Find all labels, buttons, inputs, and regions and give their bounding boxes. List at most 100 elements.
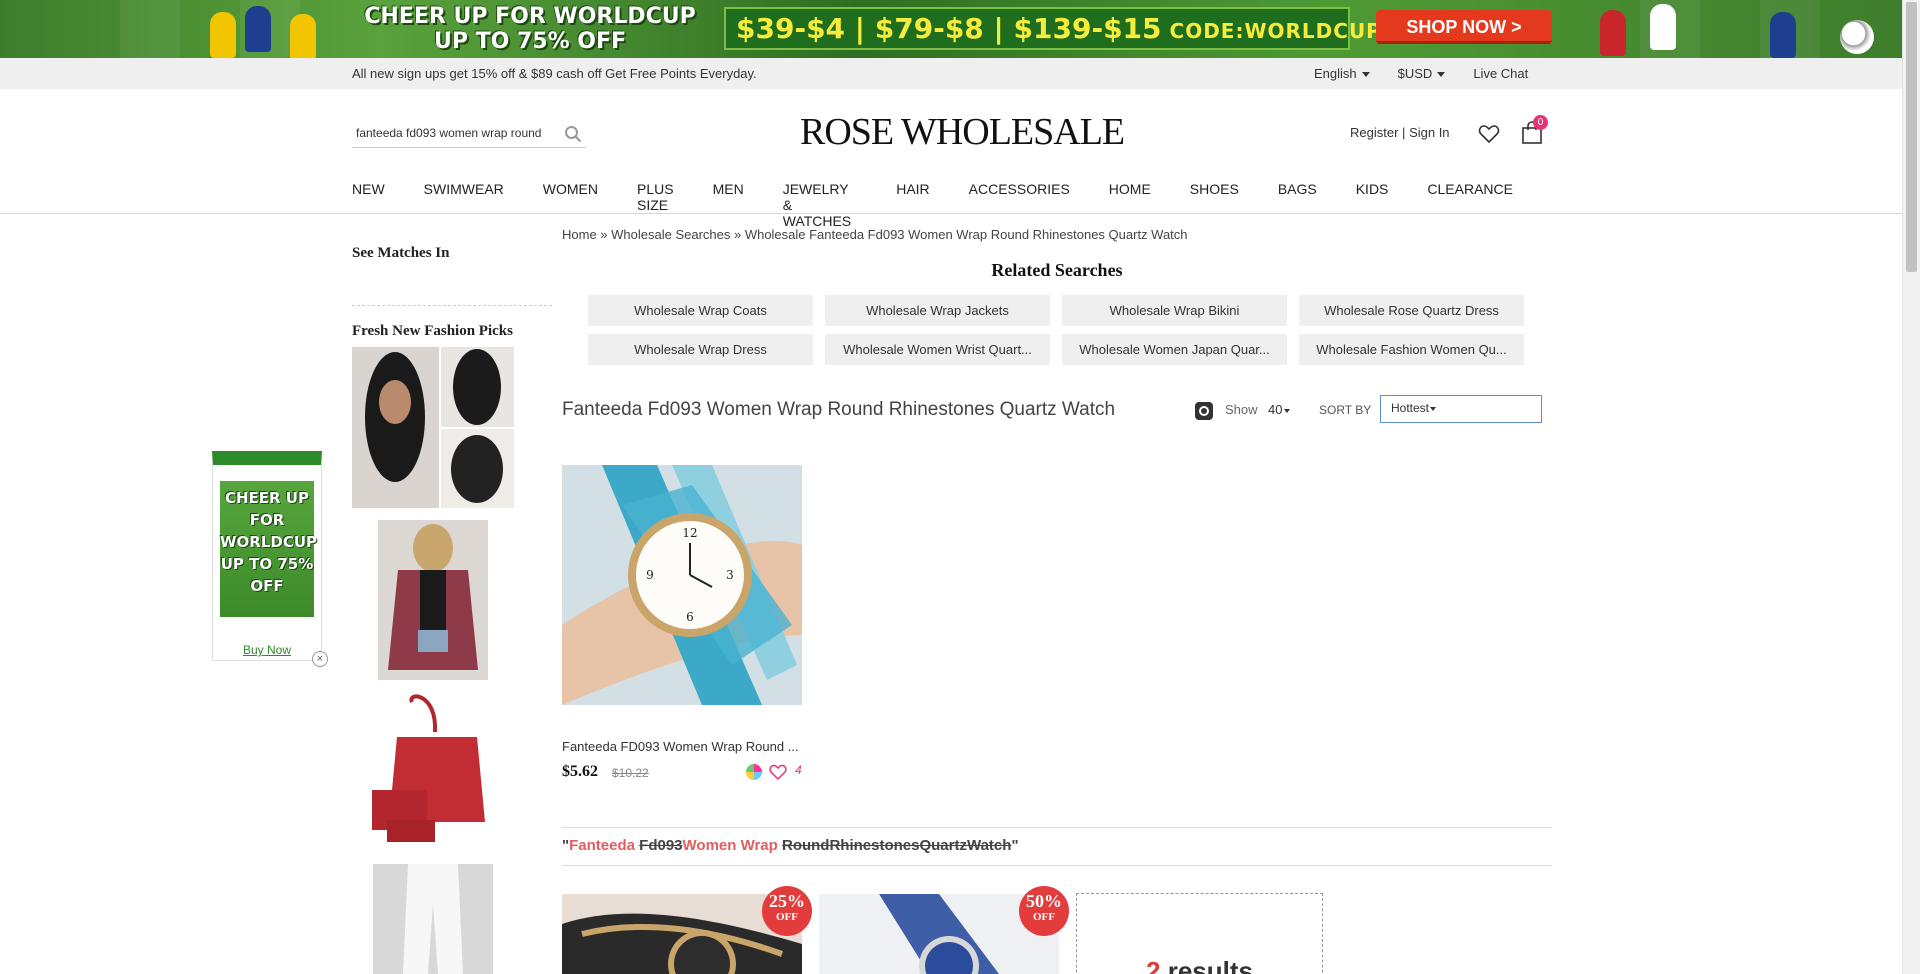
language-select[interactable]: English (1314, 66, 1370, 81)
related-search-link[interactable]: Wholesale Wrap Coats (588, 295, 813, 326)
auth-separator: | (1402, 125, 1406, 140)
related-search-link[interactable]: Wholesale Wrap Jackets (825, 295, 1050, 326)
product-image[interactable]: 12 3 6 9 (562, 465, 802, 705)
sort-value: Hottest (1391, 401, 1430, 415)
discount-percent: 50% (1026, 891, 1062, 911)
sort-select[interactable]: Hottest (1380, 395, 1542, 423)
nav-item-men[interactable]: MEN (713, 181, 744, 229)
related-search-link[interactable]: Wholesale Wrap Bikini (1062, 295, 1287, 326)
player-figure (290, 14, 316, 58)
quote-mark: " (1011, 837, 1019, 854)
discount-badge: 50% OFF (1019, 886, 1069, 936)
signup-promo-text: All new sign ups get 15% off & $89 cash … (352, 66, 757, 81)
sidebar-divider (352, 305, 552, 306)
cart-count-badge: 0 (1533, 115, 1548, 130)
close-icon[interactable]: × (312, 651, 328, 667)
related-search-link[interactable]: Wholesale Women Japan Quar... (1062, 334, 1287, 365)
chevron-down-icon (1284, 408, 1291, 413)
floating-promo-art[interactable]: CHEER UP FOR WORLDCUP UP TO 75% OFF (220, 481, 317, 617)
show-count-select[interactable]: 40 (1268, 402, 1291, 417)
nav-item-shoes[interactable]: SHOES (1190, 181, 1239, 229)
football-icon (1840, 20, 1874, 54)
discount-off-label: OFF (776, 911, 798, 923)
search-box (352, 120, 586, 148)
main-nav: NEW SWIMWEAR WOMEN PLUS SIZE MEN JEWELRY… (352, 181, 1552, 229)
favorite-count: 4 (795, 763, 802, 777)
search-icon[interactable] (564, 125, 582, 143)
svg-text:9: 9 (646, 568, 654, 582)
partial-match-query: " Fanteeda Fd093Women Wrap RoundRhineston… (562, 837, 1019, 854)
discount-badge: 25% OFF (762, 886, 812, 936)
related-search-link[interactable]: Wholesale Rose Quartz Dress (1299, 295, 1524, 326)
unmatched-word: Fd093 (639, 837, 683, 854)
related-search-link[interactable]: Wholesale Wrap Dress (588, 334, 813, 365)
buy-now-link[interactable]: Buy Now (213, 643, 321, 657)
currency-select[interactable]: $USD (1398, 66, 1446, 81)
svg-text:12: 12 (682, 526, 697, 540)
nav-item-home[interactable]: HOME (1109, 181, 1151, 229)
clock-icon[interactable] (1195, 402, 1213, 420)
scrollbar-thumb[interactable] (1906, 2, 1917, 272)
matched-word: Fanteeda (569, 837, 635, 854)
nav-item-kids[interactable]: KIDS (1356, 181, 1389, 229)
banner-deal-tiers: $39-$4 | $79-$8 | $139-$15 (736, 12, 1162, 45)
info-bar: All new sign ups get 15% off & $89 cash … (0, 58, 1902, 89)
top-promo-banner[interactable]: CHEER UP FOR WORLDCUP UP TO 75% OFF $39-… (0, 0, 1902, 58)
more-results-box[interactable]: 2 results (1076, 893, 1323, 974)
svg-text:6: 6 (686, 610, 694, 624)
product-name[interactable]: Fanteeda FD093 Women Wrap Round ... (562, 739, 807, 754)
product-price: $5.62 (562, 763, 598, 780)
fresh-picks-title: Fresh New Fashion Picks (352, 323, 513, 339)
results-title: Fanteeda Fd093 Women Wrap Round Rhinesto… (562, 399, 1116, 420)
chevron-down-icon (1437, 72, 1446, 78)
nav-item-bags[interactable]: BAGS (1278, 181, 1317, 229)
info-bar-links: English $USD Live Chat (1314, 66, 1528, 81)
divider (562, 865, 1552, 866)
banner-headline: CHEER UP FOR WORLDCUP UP TO 75% OFF (364, 4, 696, 54)
nav-item-swimwear[interactable]: SWIMWEAR (424, 181, 504, 229)
breadcrumb[interactable]: Home » Wholesale Searches » Wholesale Fa… (562, 227, 1188, 242)
fresh-pick-wig[interactable] (352, 347, 514, 508)
discount-off-label: OFF (1033, 911, 1055, 923)
player-figure (1600, 10, 1626, 56)
player-figure (1770, 12, 1796, 58)
svg-text:3: 3 (726, 568, 734, 582)
register-link[interactable]: Register (1350, 125, 1398, 140)
nav-item-plus-size[interactable]: PLUS SIZE (637, 181, 674, 229)
floating-promo: CHEER UP FOR WORLDCUP UP TO 75% OFF Buy … (212, 451, 322, 661)
see-matches-title: See Matches In (352, 245, 450, 261)
sign-in-link[interactable]: Sign In (1409, 125, 1449, 140)
related-search-link[interactable]: Wholesale Women Wrist Quart... (825, 334, 1050, 365)
banner-deals: $39-$4 | $79-$8 | $139-$15 CODE:WORLDCUP (724, 7, 1381, 50)
banner-code: CODE:WORLDCUP (1169, 19, 1382, 43)
player-figure (210, 12, 236, 58)
nav-item-accessories[interactable]: ACCESSORIES (969, 181, 1070, 229)
show-count-value: 40 (1268, 402, 1283, 417)
fresh-pick-kimono[interactable] (378, 520, 488, 680)
heart-icon[interactable] (1478, 123, 1500, 145)
related-search-link[interactable]: Wholesale Fashion Women Qu... (1299, 334, 1524, 365)
related-searches-grid: Wholesale Wrap Coats Wholesale Wrap Jack… (588, 295, 1524, 365)
nav-item-new[interactable]: NEW (352, 181, 385, 229)
discount-percent: 25% (769, 891, 805, 911)
live-chat-link[interactable]: Live Chat (1473, 66, 1528, 81)
nav-divider (0, 213, 1902, 214)
shop-now-button[interactable]: SHOP NOW > (1376, 10, 1552, 44)
divider (562, 827, 1552, 828)
sort-by-label: SORT BY (1319, 403, 1372, 417)
page-scrollbar[interactable] (1902, 0, 1920, 974)
product-original-price: $10.22 (612, 766, 649, 780)
color-options-icon[interactable] (746, 764, 762, 780)
search-input[interactable] (352, 120, 557, 146)
fresh-pick-red-bag[interactable] (367, 692, 499, 852)
nav-item-hair[interactable]: HAIR (896, 181, 929, 229)
player-figure (1650, 4, 1676, 50)
nav-item-jewelry-watches[interactable]: JEWELRY & WATCHES (783, 181, 858, 229)
results-word: results (1167, 956, 1253, 974)
nav-item-women[interactable]: WOMEN (543, 181, 598, 229)
site-logo[interactable]: ROSE WHOLESALE (800, 110, 1125, 154)
fresh-pick-white-pants[interactable] (373, 864, 493, 974)
heart-icon[interactable] (769, 763, 787, 781)
chevron-down-icon (1361, 72, 1370, 78)
nav-item-clearance[interactable]: CLEARANCE (1427, 181, 1513, 229)
